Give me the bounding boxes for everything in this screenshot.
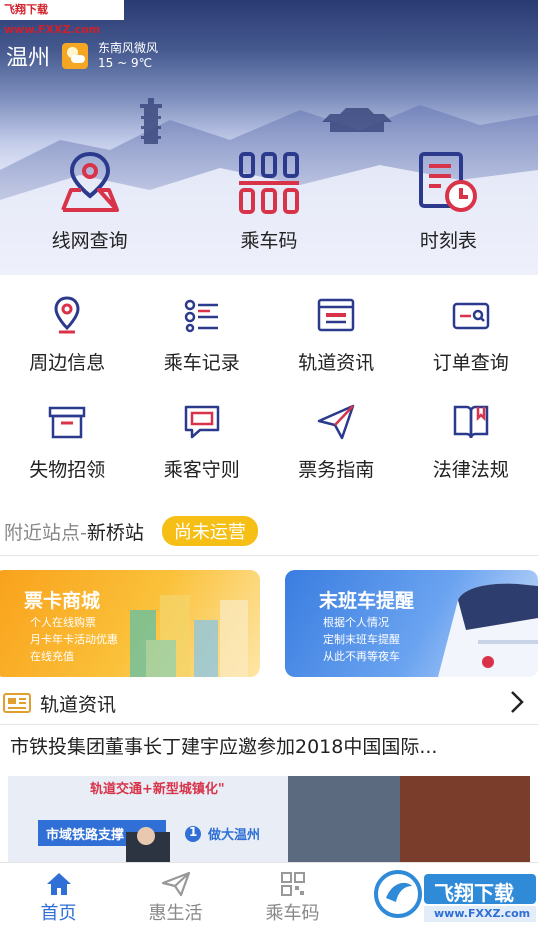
rail-news-label: 轨道资讯 <box>298 352 375 374</box>
weather-temp: 15 ~ 9℃ <box>98 56 153 70</box>
tab-home[interactable]: 首页 <box>0 863 117 931</box>
home-icon <box>46 873 71 895</box>
news-headline[interactable]: 市铁投集团董事长丁建宇应邀参加2018中国国际... <box>10 732 530 759</box>
ride-code-button[interactable]: 乘车码 <box>179 150 358 260</box>
map-icon <box>60 151 119 212</box>
last-train-line: 根据个人情况 <box>323 616 389 629</box>
news-image[interactable]: 轨道交通+新型城镇化" 市域铁路支撑 1 做大温州 <box>8 776 530 866</box>
ride-code-label: 乘车码 <box>240 230 298 252</box>
order-query-label: 订单查询 <box>432 352 509 374</box>
chat-icon <box>184 405 219 439</box>
timetable-icon <box>419 152 478 212</box>
tab-ride-code-label: 乘车码 <box>265 903 320 924</box>
timetable-label: 时刻表 <box>419 230 477 252</box>
ticket-guide-button[interactable]: 票务指南 <box>269 402 404 509</box>
service-grid: 周边信息 乘车记录 轨道资讯 订单查询 失物招领 乘客守则 票务指南 法律法规 <box>0 295 538 509</box>
ticket-mall-line: 月卡年卡活动优惠 <box>30 633 118 646</box>
send-icon <box>318 404 355 440</box>
main-actions: 线网查询 乘车码 时刻表 <box>0 150 538 260</box>
law-rules-button[interactable]: 法律法规 <box>404 402 538 509</box>
divider <box>0 724 538 725</box>
line-map-label: 线网查询 <box>51 230 128 252</box>
train-illustration <box>438 583 538 677</box>
qr-tab-icon <box>280 872 305 896</box>
city-name[interactable]: 温州 <box>6 40 50 72</box>
nearby-info-button[interactable]: 周边信息 <box>0 295 135 402</box>
order-search-icon <box>452 302 489 330</box>
last-train-line: 定制末班车提醒 <box>323 633 400 646</box>
news-image-text: 市域铁路支撑 <box>46 828 125 843</box>
last-train-title: 末班车提醒 <box>319 590 415 612</box>
ticket-guide-label: 票务指南 <box>298 459 375 481</box>
ticket-mall-line: 个人在线购票 <box>30 616 96 629</box>
tab-life-label: 惠生活 <box>148 903 203 924</box>
weather-widget[interactable]: 温州 东南风微风 15 ~ 9℃ <box>6 40 158 72</box>
tab-home-label: 首页 <box>40 903 77 924</box>
law-rules-label: 法律法规 <box>432 459 509 481</box>
buildings-illustration <box>130 595 248 677</box>
lost-found-label: 失物招领 <box>29 459 106 481</box>
newspaper-icon <box>3 693 31 713</box>
nearby-info-label: 周边信息 <box>29 352 106 374</box>
news-image-text: 轨道交通+新型城镇化" <box>90 782 225 797</box>
news-section-header[interactable]: 轨道资讯 <box>0 684 538 722</box>
watermark-brand: 飞翔下载 <box>434 881 514 905</box>
nearby-station-name: 新桥站 <box>86 521 144 544</box>
passenger-rules-button[interactable]: 乘客守则 <box>135 402 270 509</box>
weather-wind: 东南风微风 <box>98 41 159 55</box>
lost-found-button[interactable]: 失物招领 <box>0 402 135 509</box>
nearby-station[interactable]: 附近站点- 新桥站 尚未运营 <box>4 514 258 548</box>
watermark-logo: 飞翔下载 www.FXXZ.com <box>372 862 538 926</box>
tab-ride-code[interactable]: 乘车码 <box>234 863 351 931</box>
tab-life[interactable]: 惠生活 <box>117 863 234 931</box>
ticket-mall-banner[interactable]: 票卡商城 个人在线购票 月卡年卡活动优惠 在线充值 <box>0 570 260 677</box>
ticket-mall-title: 票卡商城 <box>24 590 101 612</box>
ticket-mall-line: 在线充值 <box>30 650 74 663</box>
rail-news-button[interactable]: 轨道资讯 <box>269 295 404 402</box>
box-icon <box>49 406 86 439</box>
watermark-top: 飞翔下载 www.FXXZ.com <box>0 0 124 36</box>
qr-code-icon <box>238 152 299 214</box>
order-query-button[interactable]: 订单查询 <box>404 295 538 402</box>
timetable-button[interactable]: 时刻表 <box>359 150 538 260</box>
partly-cloudy-icon <box>62 43 89 69</box>
last-train-line: 从此不再等夜车 <box>323 650 400 663</box>
conference-photo <box>8 776 530 866</box>
ride-record-label: 乘车记录 <box>163 352 240 374</box>
paper-plane-icon <box>161 871 190 897</box>
ride-record-button[interactable]: 乘车记录 <box>135 295 270 402</box>
news-image-text: 做大温州 <box>208 828 261 843</box>
book-icon <box>453 405 488 439</box>
status-badge: 尚未运营 <box>161 516 258 546</box>
watermark-url: www.FXXZ.com <box>434 907 531 920</box>
news-image-text: 1 <box>189 825 198 839</box>
location-icon <box>54 296 80 334</box>
passenger-rules-label: 乘客守则 <box>163 459 240 481</box>
divider <box>0 555 538 556</box>
news-section-title: 轨道资讯 <box>40 693 117 716</box>
line-map-button[interactable]: 线网查询 <box>0 150 179 260</box>
news-icon <box>318 298 355 332</box>
list-icon <box>184 299 218 333</box>
nearby-label: 附近站点- <box>4 521 87 544</box>
chevron-right-icon[interactable] <box>510 690 524 714</box>
last-train-banner[interactable]: 末班车提醒 根据个人情况 定制末班车提醒 从此不再等夜车 <box>285 570 538 677</box>
